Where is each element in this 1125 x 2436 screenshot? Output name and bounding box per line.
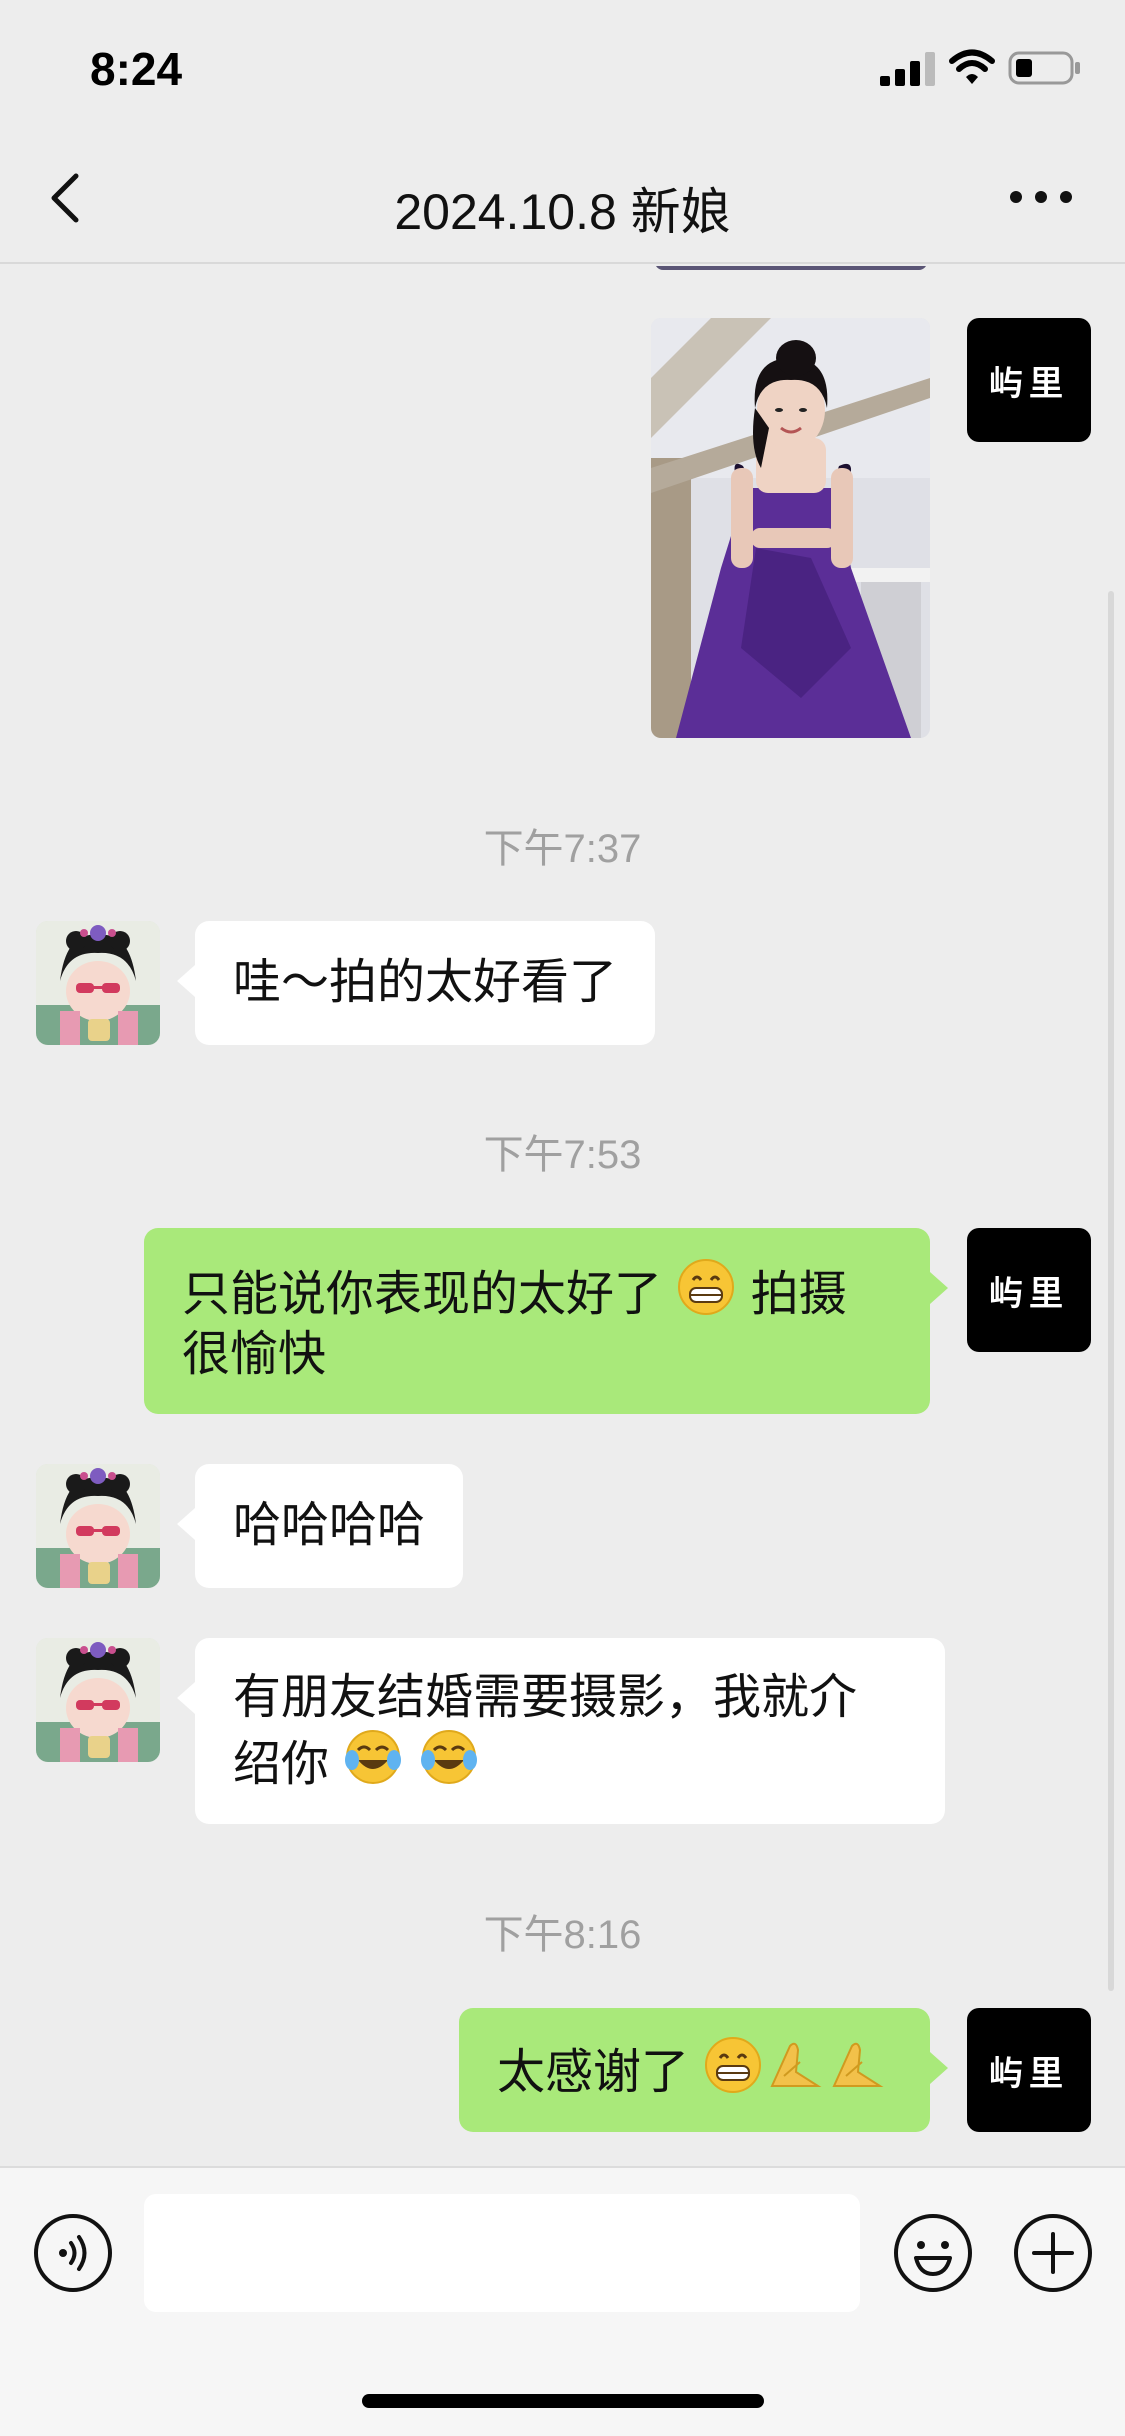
voice-icon[interactable] — [32, 2212, 114, 2294]
folded-hands-emoji-icon — [770, 2042, 822, 2087]
more-dots-icon[interactable] — [1006, 172, 1076, 222]
scrollbar[interactable] — [1108, 591, 1114, 1991]
message-bubble-incoming[interactable]: 哈哈哈哈 — [176, 1464, 464, 1588]
chat-header: 2024.10.8 新娘 — [0, 132, 1125, 264]
timestamp: 下午7:53 — [483, 1133, 642, 1177]
chat-message-list[interactable]: 屿里 下午7:37 哇～拍的太好看了 下午7:53 只能说你表现的太好了 拍摄 … — [0, 266, 1125, 2166]
message-text: 哇～拍的太好看了 — [233, 956, 618, 1009]
message-bubble-outgoing[interactable]: 太感谢了 — [459, 2008, 948, 2132]
battery-icon — [1008, 51, 1080, 85]
cartoon-avatar-icon — [36, 1464, 160, 1588]
folded-hands-emoji-icon — [832, 2042, 884, 2087]
message-text: 很愉快 — [182, 1328, 327, 1381]
avatar-other[interactable] — [36, 1638, 160, 1762]
tears-of-joy-emoji-icon — [345, 1730, 402, 1784]
cartoon-avatar-icon — [36, 1638, 160, 1762]
message-input[interactable] — [144, 2194, 860, 2312]
message-text: 有朋友结婚需要摄影，我就介 — [233, 1671, 858, 1724]
avatar-other[interactable] — [36, 1464, 160, 1588]
message-bubble-incoming[interactable]: 有朋友结婚需要摄影，我就介 绍你 — [177, 1638, 945, 1824]
brand-logo-text: 屿里 — [989, 2053, 1069, 2094]
avatar-me[interactable]: 屿里 — [967, 2008, 1091, 2132]
message-text: 太感谢了 — [497, 2046, 690, 2099]
cellular-signal-icon — [880, 52, 935, 86]
home-indicator[interactable] — [362, 2394, 764, 2408]
status-time: 8:24 — [90, 43, 183, 95]
message-text: 只能说你表现的太好了 — [182, 1268, 663, 1321]
avatar-other[interactable] — [36, 921, 160, 1045]
chat-title: 2024.10.8 新娘 — [394, 184, 731, 240]
timestamp: 下午7:37 — [483, 827, 642, 871]
message-text: 拍摄 — [750, 1268, 847, 1321]
brand-logo-text: 屿里 — [989, 1273, 1069, 1314]
avatar-me[interactable]: 屿里 — [967, 318, 1091, 442]
grinning-emoji-icon — [705, 2037, 762, 2093]
grinning-emoji-icon — [678, 1259, 735, 1315]
message-text: 哈哈哈哈 — [233, 1499, 426, 1552]
message-bubble-outgoing[interactable]: 只能说你表现的太好了 拍摄 很愉快 — [144, 1228, 948, 1414]
emoji-icon[interactable] — [892, 2212, 974, 2294]
cartoon-avatar-icon — [36, 921, 160, 1045]
tears-of-joy-emoji-icon — [420, 1730, 477, 1784]
timestamp: 下午8:16 — [483, 1913, 642, 1957]
message-bubble-incoming[interactable]: 哇～拍的太好看了 — [176, 921, 656, 1045]
status-bar: 8:24 — [0, 0, 1125, 132]
avatar-me[interactable]: 屿里 — [967, 1228, 1091, 1352]
image-message[interactable] — [651, 318, 930, 738]
wifi-icon — [949, 49, 995, 84]
message-text: 绍你 — [233, 1738, 330, 1791]
previous-image-edge — [655, 266, 927, 270]
brand-logo-text: 屿里 — [989, 363, 1069, 404]
plus-icon[interactable] — [1012, 2212, 1094, 2294]
